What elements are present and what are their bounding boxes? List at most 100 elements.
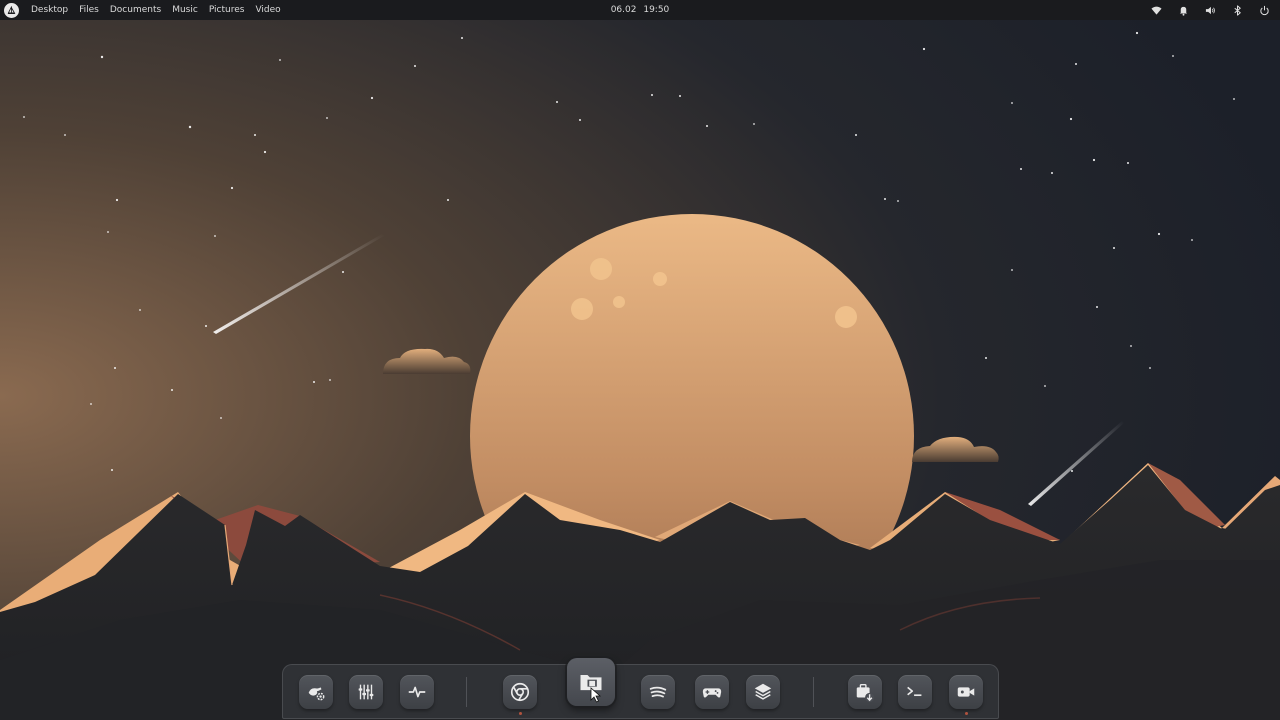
menu-video[interactable]: Video [255,0,280,20]
star [1020,168,1022,170]
star [461,37,463,39]
dock-terminal[interactable] [898,675,932,709]
star [1191,239,1193,241]
dock-mixer[interactable] [349,675,383,709]
system-settings-icon [308,687,325,701]
layers-stack-icon [754,683,772,700]
star [1135,31,1139,35]
running-indicator [964,712,968,715]
star [884,198,886,200]
star [90,403,92,405]
star [111,469,113,471]
star [263,150,267,154]
dock-spotify[interactable] [641,675,675,709]
chrome-browser-icon [510,682,530,702]
star [100,55,104,59]
dock-chrome-browser[interactable] [503,675,537,715]
menu-desktop[interactable]: Desktop [31,0,68,20]
star [326,117,328,119]
running-indicator [518,712,522,715]
star [220,417,222,419]
system-logo-icon[interactable] [4,2,19,18]
mixer-sliders-icon [358,684,374,700]
star [855,134,857,136]
clock-date[interactable]: 06.02 [611,5,637,15]
star [1157,232,1161,236]
star [753,123,755,125]
star [1172,55,1174,57]
star [706,125,708,127]
star [329,379,331,381]
star [114,367,116,369]
menu-pictures[interactable]: Pictures [209,0,245,20]
dock-file-manager[interactable] [567,658,615,706]
star [897,200,899,202]
star [414,65,416,67]
star [579,119,581,121]
top-bar: Desktop Files Documents Music Pictures V… [0,0,1280,20]
menu-music[interactable]: Music [172,0,198,20]
star [679,95,681,97]
star [342,271,344,273]
star [1233,98,1235,100]
star [922,47,926,51]
dock-system-settings[interactable] [299,675,333,709]
menu-documents[interactable]: Documents [110,0,161,20]
star [556,101,558,103]
star [985,357,987,359]
menu-files[interactable]: Files [79,0,99,20]
file-manager-icon [580,675,602,691]
star [370,96,374,100]
clock-time[interactable]: 19:50 [643,5,669,15]
desktop-wallpaper [0,0,1280,720]
system-tray [1150,0,1270,20]
star [1069,117,1073,121]
star [205,325,207,327]
bluetooth-icon[interactable] [1231,4,1243,16]
terminal-icon [907,686,922,697]
video-camera-icon [957,687,975,697]
star [1130,345,1132,347]
dock-separator [813,677,814,707]
volume-icon[interactable] [1204,4,1216,16]
star [1127,162,1129,164]
star [1113,247,1115,249]
wifi-icon[interactable] [1150,4,1162,16]
star [313,381,315,383]
dock [282,658,999,719]
bell-icon[interactable] [1177,4,1189,16]
star [279,59,281,61]
star [107,231,109,233]
star [64,134,66,136]
dock-separator [466,677,467,707]
dock-games[interactable] [695,675,729,709]
dock-video-camera[interactable] [949,675,983,715]
star [1051,172,1053,174]
system-monitor-icon [408,686,426,698]
star [188,125,192,129]
star [230,186,234,190]
star [1075,63,1077,65]
star [447,199,449,201]
star [1096,306,1098,308]
dock-layers[interactable] [746,675,780,709]
power-icon[interactable] [1258,4,1270,16]
software-install-icon [856,683,875,703]
dock-software-install[interactable] [848,675,882,709]
spotify-icon [649,686,667,698]
star [1071,470,1073,472]
star [139,309,141,311]
star [1011,269,1013,271]
dock-system-monitor[interactable] [400,675,434,709]
star [214,235,216,237]
star [115,198,119,202]
star [651,94,653,96]
star [1044,385,1046,387]
star [23,116,25,118]
star [254,134,256,136]
places-menu: Desktop Files Documents Music Pictures V… [31,0,281,20]
gamepad-icon [702,688,722,698]
star [1011,102,1013,104]
star [1092,158,1096,162]
star [171,389,173,391]
